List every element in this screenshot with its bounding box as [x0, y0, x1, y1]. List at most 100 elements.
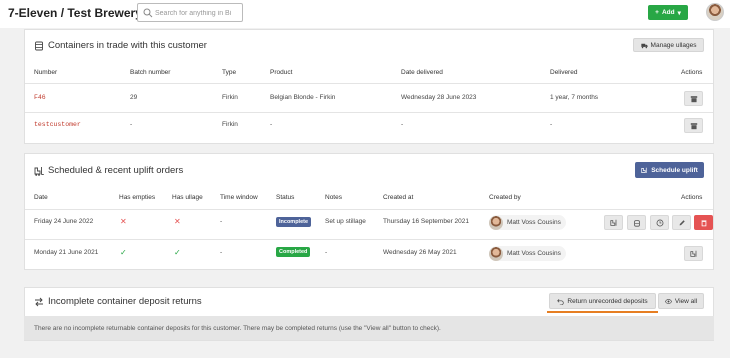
active-underline: [547, 311, 658, 313]
col-created-at: Created at: [383, 194, 414, 201]
plus-icon: +: [655, 9, 659, 16]
forklift-icon: [689, 250, 696, 257]
col-has-ullage: Has ullage: [172, 194, 203, 201]
date-delivered: -: [401, 121, 404, 128]
col-type: Type: [222, 69, 237, 76]
search-icon: [143, 8, 153, 18]
divider: [25, 209, 713, 210]
archive-button[interactable]: [684, 91, 703, 106]
uplift-date: Friday 24 June 2022: [34, 218, 94, 225]
uplift-card-title: Scheduled & recent uplift orders: [34, 165, 183, 176]
container-type: Firkin: [222, 121, 238, 128]
divider: [25, 112, 713, 113]
forklift-icon: [641, 167, 647, 173]
delivered-ago: -: [550, 121, 553, 128]
has-empties-cross: ✕: [120, 217, 127, 226]
trash-icon: [701, 219, 706, 226]
exchange-icon: [35, 297, 43, 306]
archive-icon: [690, 95, 697, 102]
containers-card-title: Containers in trade with this customer: [34, 40, 207, 51]
reschedule-button[interactable]: [650, 215, 669, 230]
created-by-name: Matt Voss Cousins: [507, 250, 561, 257]
view-all-label: View all: [674, 297, 698, 305]
has-empties-check: ✓: [120, 248, 127, 257]
col-product: Product: [270, 69, 293, 76]
product-name: Belgian Blonde - Firkin: [270, 94, 336, 101]
col-delivered: Delivered: [550, 69, 578, 76]
uplift-date: Monday 21 June 2021: [34, 249, 99, 256]
uplift-notes: Set up stillage: [325, 218, 366, 225]
containers-title-text: Containers in trade with this customer: [48, 40, 207, 51]
forklift-icon: [34, 166, 44, 176]
deposits-card-title: Incomplete container deposit returns: [34, 296, 202, 307]
uplift-order-button[interactable]: [604, 215, 623, 230]
delivered-ago: 1 year, 7 months: [550, 94, 599, 101]
uplift-notes: -: [325, 249, 328, 256]
archive-button[interactable]: [684, 118, 703, 133]
edit-button[interactable]: [672, 215, 691, 230]
col-date: Date: [34, 194, 48, 201]
page-title: 7-Eleven / Test Brewery: [8, 6, 142, 20]
barrel-icon: [633, 219, 640, 227]
batch-number: -: [130, 121, 133, 128]
avatar: [489, 246, 503, 261]
has-ullage-cross: ✕: [174, 217, 181, 226]
uplift-order-button[interactable]: [684, 246, 703, 261]
container-type: Firkin: [222, 94, 238, 101]
col-created-by: Created by: [489, 194, 521, 201]
created-at: Wednesday 26 May 2021: [383, 249, 457, 256]
edit-ullage-button[interactable]: [627, 215, 646, 230]
divider: [25, 239, 713, 240]
return-unrecorded-deposits-button[interactable]: Return unrecorded deposits: [549, 293, 656, 309]
schedule-uplift-label: Schedule uplift: [651, 166, 698, 174]
manage-ullages-button[interactable]: Manage ullages: [633, 38, 704, 52]
col-number: Number: [34, 69, 58, 76]
col-date-delivered: Date delivered: [401, 69, 443, 76]
undo-icon: [557, 298, 565, 305]
manage-ullages-label: Manage ullages: [650, 41, 697, 49]
col-notes: Notes: [325, 194, 342, 201]
col-batch-number: Batch number: [130, 69, 171, 76]
uplift-title-text: Scheduled & recent uplift orders: [48, 165, 184, 176]
add-button-label: Add: [661, 9, 675, 16]
user-avatar[interactable]: [706, 3, 724, 21]
search-box[interactable]: [137, 3, 243, 22]
created-at: Thursday 16 September 2021: [383, 218, 469, 225]
schedule-uplift-button[interactable]: Schedule uplift: [635, 162, 704, 178]
deposits-title-text: Incomplete container deposit returns: [48, 296, 202, 307]
empty-deposits-notice: There are no incomplete returnable conta…: [24, 316, 714, 340]
avatar: [489, 215, 503, 230]
time-window: -: [220, 218, 223, 225]
divider: [25, 83, 713, 84]
created-by-name: Matt Voss Cousins: [507, 219, 561, 226]
view-all-button[interactable]: View all: [658, 293, 704, 309]
clock-icon: [656, 219, 663, 226]
has-ullage-check: ✓: [174, 248, 181, 257]
container-number-link[interactable]: testcustomer: [34, 121, 81, 128]
add-button[interactable]: + Add ▾: [648, 5, 688, 20]
col-actions: Actions: [681, 69, 703, 76]
col-time-window: Time window: [220, 194, 258, 201]
date-delivered: Wednesday 28 June 2023: [401, 94, 477, 101]
search-input[interactable]: [155, 7, 241, 19]
status-badge: Completed: [276, 247, 311, 257]
pencil-icon: [679, 219, 685, 225]
eye-icon: [664, 298, 672, 304]
time-window: -: [220, 249, 223, 256]
containers-card: Containers in trade with this customer M…: [24, 29, 714, 144]
container-icon: [35, 41, 43, 50]
delete-button[interactable]: [694, 215, 713, 230]
product-name: -: [270, 121, 273, 128]
created-by-chip: Matt Voss Cousins: [489, 215, 566, 230]
col-actions: Actions: [681, 194, 703, 201]
chevron-down-icon: ▾: [677, 9, 681, 17]
top-bar: 7-Eleven / Test Brewery + Add ▾: [0, 0, 730, 28]
container-number-link[interactable]: F46: [34, 94, 46, 101]
col-has-empties: Has empties: [119, 194, 156, 201]
col-status: Status: [276, 194, 295, 201]
uplift-card: Scheduled & recent uplift orders Schedul…: [24, 153, 714, 270]
batch-number: 29: [130, 94, 138, 101]
archive-icon: [690, 122, 697, 129]
truck-icon: [640, 43, 648, 48]
forklift-icon: [609, 219, 616, 226]
